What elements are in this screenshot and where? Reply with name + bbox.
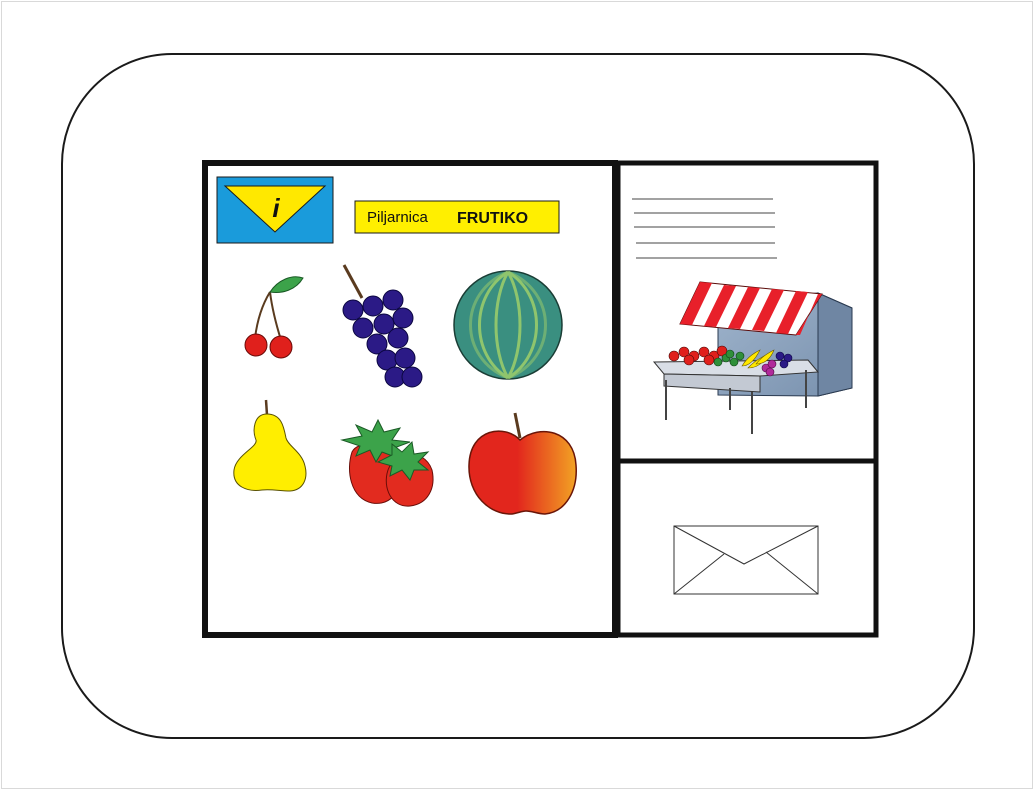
shop-label: Piljarnica FRUTIKO bbox=[354, 200, 560, 234]
wireframe-diagram: i Piljarnica FRUTIKO bbox=[61, 53, 975, 739]
shop-name: FRUTIKO bbox=[457, 210, 528, 227]
shop-word: Piljarnica bbox=[367, 209, 429, 226]
mail-envelope-icon[interactable] bbox=[673, 525, 819, 595]
info-sign[interactable]: i bbox=[216, 176, 334, 244]
canvas: i Piljarnica FRUTIKO bbox=[0, 0, 1036, 792]
info-icon: i bbox=[272, 193, 280, 223]
watermelon-icon[interactable] bbox=[453, 270, 563, 380]
